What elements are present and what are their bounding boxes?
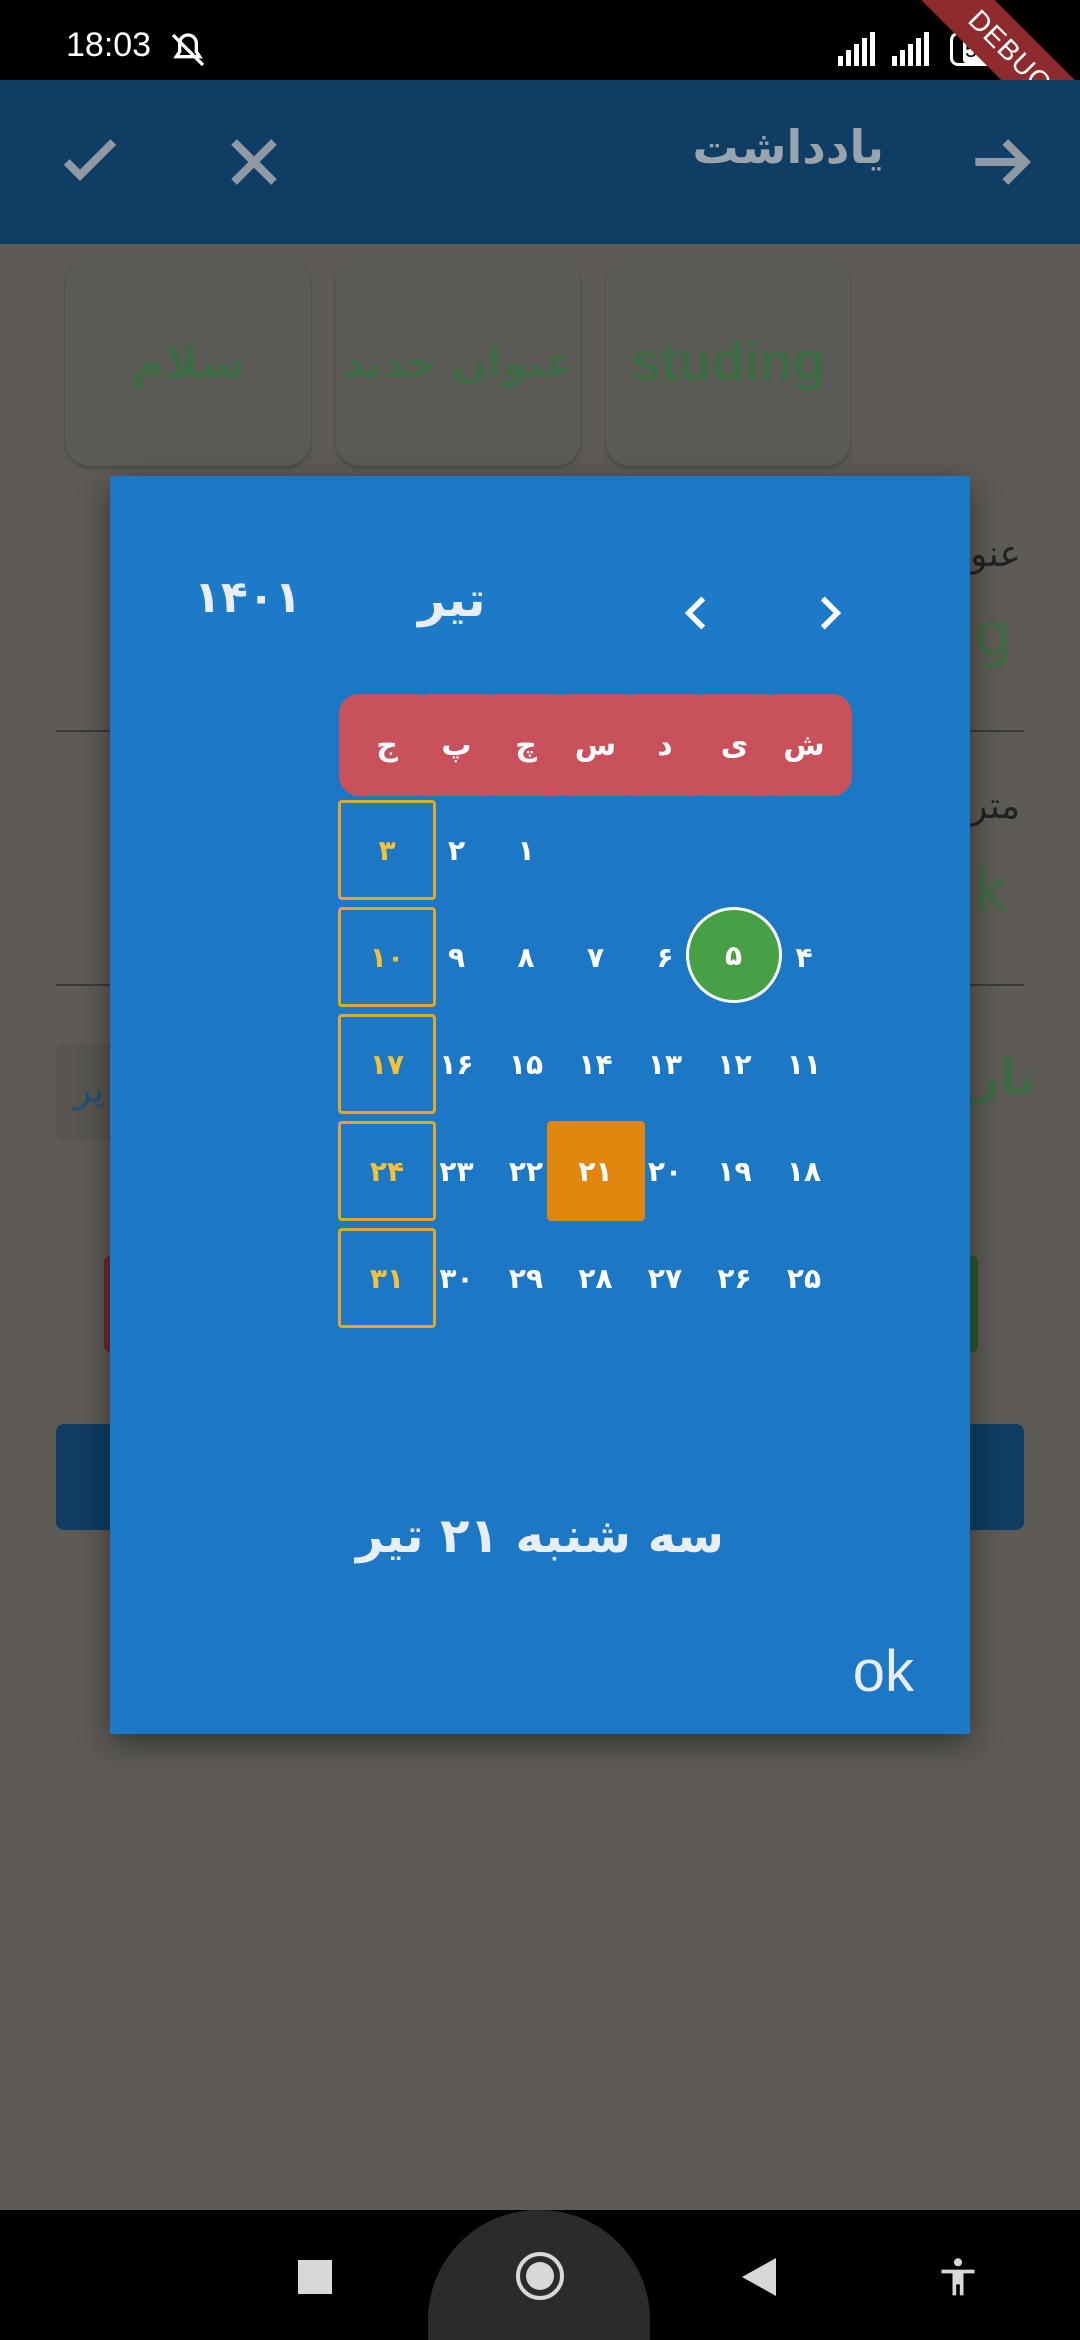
back-icon[interactable]	[742, 2258, 776, 2296]
day-cell[interactable]: ۱۰	[338, 907, 436, 1007]
date-button[interactable]: یر	[56, 1044, 116, 1140]
close-icon[interactable]	[214, 122, 294, 202]
note-chip[interactable]: عنوان جدید	[336, 258, 580, 466]
date-picker-dialog: ۱۴۰۱ تیر سه شنبه ۲۱ تیر ok شیدسچپج۱۲۳۴۵۶…	[110, 476, 970, 1734]
check-icon[interactable]	[50, 122, 130, 202]
notifications-muted-icon	[171, 33, 205, 67]
text-field-label: متر	[970, 786, 1021, 827]
system-nav-bar	[0, 2210, 1080, 2340]
date-field-label: تار	[972, 1050, 1036, 1106]
signal-icon	[838, 32, 875, 66]
app-bar: یادداشت	[0, 80, 1080, 244]
page-title: یادداشت	[692, 120, 884, 174]
selected-date-summary: سه شنبه ۲۱ تیر	[355, 1508, 724, 1564]
signal-icon-2	[892, 32, 929, 66]
year-label[interactable]: ۱۴۰۱	[194, 572, 301, 623]
previous-month-icon[interactable]	[672, 588, 722, 638]
note-chip[interactable]: studing	[606, 258, 850, 466]
next-month-icon[interactable]	[804, 588, 854, 638]
accessibility-icon[interactable]	[936, 2252, 980, 2302]
home-icon[interactable]	[514, 2250, 566, 2302]
recents-icon[interactable]	[298, 2260, 332, 2294]
day-cell[interactable]: ۲۴	[338, 1121, 436, 1221]
day-cell[interactable]: ۱۷	[338, 1014, 436, 1114]
day-cell[interactable]: ۳	[338, 800, 436, 900]
ok-button[interactable]: ok	[853, 1638, 914, 1705]
note-chip[interactable]: سلام	[66, 258, 310, 466]
status-bar: 18:03 59 DEBUG	[0, 0, 1080, 170]
title-field-label: عنو	[970, 534, 1021, 575]
title-field-value: g	[974, 600, 1013, 670]
text-field-value: k	[974, 856, 1009, 926]
status-time: 18:03	[66, 26, 152, 64]
month-label[interactable]: تیر	[418, 572, 485, 628]
arrow-forward-icon[interactable]	[962, 122, 1042, 202]
weekday-header: ج	[339, 694, 435, 796]
date-button-label: یر	[74, 1070, 104, 1111]
day-cell[interactable]: ۳۱	[338, 1228, 436, 1328]
